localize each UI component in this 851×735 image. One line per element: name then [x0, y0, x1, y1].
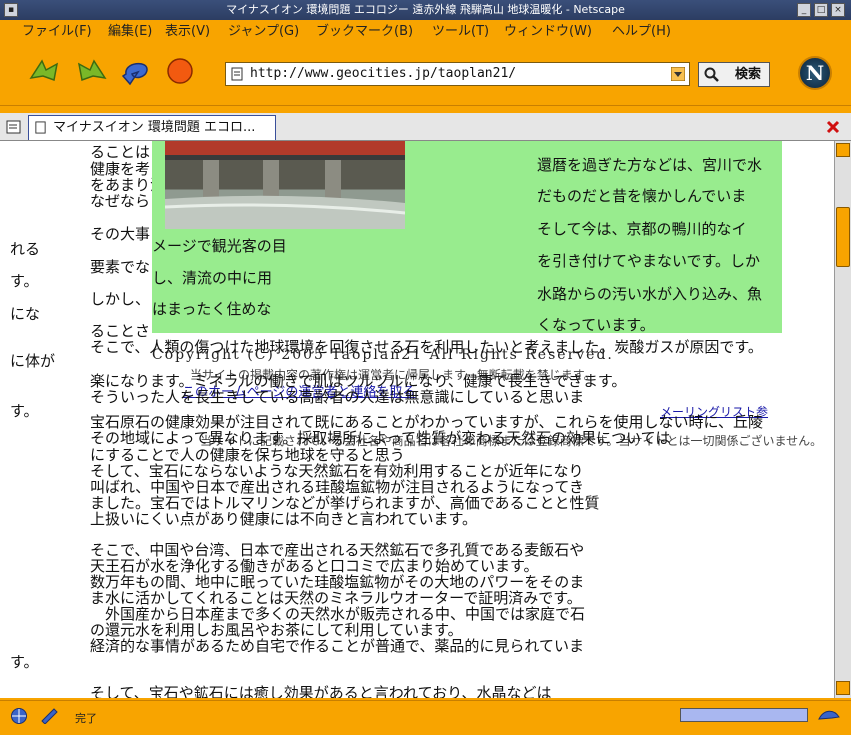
window-menu-icon[interactable]: ▪ — [4, 3, 18, 17]
dam-image — [164, 141, 406, 229]
left-fragment: す。 — [10, 272, 39, 290]
reload-icon[interactable] — [120, 56, 152, 86]
body-line: 経済的な事情があるため自宅で作ることが普通で、薬品的に見られていま — [90, 637, 584, 655]
overlay-line: しかし、 — [90, 290, 151, 308]
url-text: http://www.geocities.jp/taoplan21/ — [250, 66, 517, 81]
left-fragment: に体が — [10, 352, 56, 370]
green-text-line: だものだと昔を懐かしんでいま — [537, 187, 747, 205]
body-line: そこで、人類の傷つけた地球環境を回復させる石を利用したいと考えました。炭酸ガスが… — [90, 338, 763, 356]
scroll-thumb[interactable] — [836, 207, 850, 267]
close-icon[interactable]: × — [831, 3, 845, 17]
menu-go[interactable]: ジャンプ(G) — [228, 20, 299, 44]
green-text-line: 水路からの汚い水が入り込み、魚 — [537, 285, 763, 303]
window-title: マイナスイオン 環境問題 エコロジー 遠赤外線 飛騨高山 地球温暖化 - Net… — [226, 3, 625, 16]
back-icon[interactable] — [28, 56, 60, 86]
search-label: 検索 — [734, 67, 761, 82]
compose-icon[interactable] — [40, 706, 60, 724]
menu-tools[interactable]: ツール(T) — [432, 20, 489, 44]
menu-bookmarks[interactable]: ブックマーク(B) — [316, 20, 413, 44]
search-button[interactable]: 検索 — [698, 62, 770, 87]
green-text-line: 還暦を過ぎた方などは、宮川で水 — [537, 156, 763, 174]
body-line: 上扱いにくい点があり健康には不向きと言われています。 — [90, 510, 478, 528]
menu-file[interactable]: ファイル(F) — [22, 20, 92, 44]
overlay-line: 要素でな — [90, 258, 151, 276]
body-line: その地域によって異なります。採取場所によって性質が変わる天然石の効果については — [90, 429, 671, 447]
url-input[interactable]: http://www.geocities.jp/taoplan21/ — [225, 62, 690, 86]
menu-view[interactable]: 表示(V) — [165, 20, 210, 44]
menu-help[interactable]: ヘルプ(H) — [612, 20, 671, 44]
maximize-icon[interactable]: □ — [814, 3, 828, 17]
tab-label: マイナスイオン 環境問題 エコロ... — [53, 120, 256, 135]
left-fragment: す。 — [10, 402, 39, 420]
close-tab-icon[interactable] — [826, 120, 840, 134]
scroll-up-icon[interactable] — [836, 143, 850, 157]
globe-icon[interactable] — [10, 707, 28, 725]
menu-edit[interactable]: 編集(E) — [108, 20, 152, 44]
body-line: そういった人を長生きしている高齢者の人達は無意識にしていると思いま — [90, 388, 585, 406]
status-text: 完了 — [75, 712, 97, 725]
page-content: ることはま 健康を考 をあまり浴 なぜなら その大事 要素でな しかし、 ること… — [0, 141, 834, 698]
page-icon — [231, 67, 243, 81]
stop-icon[interactable] — [164, 56, 196, 86]
left-fragment: にな — [10, 305, 41, 323]
menu-bar: ファイル(F) 編集(E) 表示(V) ジャンプ(G) ブックマーク(B) ツー… — [0, 20, 851, 44]
vertical-scrollbar[interactable] — [834, 141, 851, 698]
forward-icon[interactable] — [76, 56, 108, 86]
minimize-icon[interactable]: _ — [797, 3, 811, 17]
green-left-line: はまったく住めな — [152, 300, 272, 318]
status-bar: 完了 — [0, 700, 851, 735]
scroll-down-icon[interactable] — [836, 681, 850, 695]
green-text-line: くなっています。 — [537, 316, 655, 334]
url-dropdown-icon[interactable] — [671, 67, 685, 81]
overlay-line: その大事 — [90, 225, 151, 243]
navigation-toolbar: http://www.geocities.jp/taoplan21/ 検索 N — [0, 44, 851, 106]
green-left-line: し、清流の中に用 — [152, 269, 273, 287]
connection-icon[interactable] — [818, 707, 840, 723]
left-fragment: す。 — [10, 653, 39, 671]
tab-page-icon — [35, 121, 46, 134]
netscape-logo[interactable]: N — [798, 56, 832, 90]
green-left-line: メージで観光客の目 — [152, 237, 287, 255]
tab-bar: マイナスイオン 環境問題 エコロ... — [0, 113, 851, 141]
green-text-line: を引き付けてやまないです。しか — [537, 252, 761, 270]
green-text-line: そして今は、京都の鴨川的なイ — [537, 220, 747, 238]
left-fragment: れる — [10, 240, 41, 258]
new-tab-icon[interactable] — [6, 119, 22, 135]
overlay-line: なぜなら — [90, 192, 151, 210]
title-bar: ▪ マイナスイオン 環境問題 エコロジー 遠赤外線 飛騨高山 地球温暖化 - N… — [0, 0, 851, 20]
progress-bar — [680, 708, 808, 722]
menu-window[interactable]: ウィンドウ(W) — [504, 20, 592, 44]
magnifier-icon — [704, 67, 719, 82]
body-line: そして、宝石や鉱石には癒し効果があると言われており、水晶などは — [90, 684, 552, 699]
tab-current[interactable]: マイナスイオン 環境問題 エコロ... — [28, 115, 276, 140]
river-photo — [164, 141, 406, 229]
